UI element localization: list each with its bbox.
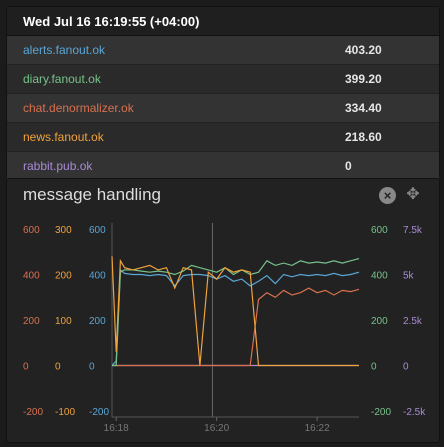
y-tick-label: 0 <box>403 362 409 373</box>
y-tick-label: -200 <box>89 407 109 418</box>
y-tick-label: 0 <box>89 362 95 373</box>
y-tick-label: 400 <box>371 271 388 282</box>
tooltip-timestamp: Wed Jul 16 16:19:55 (+04:00) <box>7 7 439 36</box>
y-tick-label: -100 <box>55 407 75 418</box>
y-tick-label: 200 <box>371 316 388 327</box>
x-tick-label: 16:18 <box>104 423 129 434</box>
graph-title: message handling <box>23 185 161 204</box>
x-tick-label: 16:22 <box>305 423 330 434</box>
y-tick-label: 200 <box>89 316 106 327</box>
close-icon[interactable]: × <box>379 187 396 204</box>
y-tick-label: 400 <box>23 271 40 282</box>
y-tick-label: 200 <box>55 271 72 282</box>
y-tick-label: 100 <box>55 316 72 327</box>
y-tick-label: -2.5k <box>403 407 426 418</box>
tooltip-row: chat.denormalizer.ok 334.40 <box>7 94 439 123</box>
tooltip-series-label: news.fanout.ok <box>23 130 104 144</box>
tooltip-series-value: 0 <box>345 159 352 173</box>
tooltip-row: alerts.fanout.ok 403.20 <box>7 36 439 65</box>
tooltip-series-value: 403.20 <box>345 43 382 57</box>
series-line <box>112 287 360 367</box>
y-tick-label: 0 <box>23 362 29 373</box>
y-tick-label: 600 <box>89 225 106 236</box>
y-tick-label: 2.5k <box>403 316 423 327</box>
tooltip-series-value: 334.40 <box>345 101 382 115</box>
chart-svg: 600 400 200 0 -200 300 200 100 0 -100 600 400 200 0 -2… <box>23 223 426 434</box>
y-tick-label: 400 <box>89 271 106 282</box>
tooltip-series-value: 399.20 <box>345 72 382 86</box>
y-tick-label: 0 <box>55 362 61 373</box>
dashboard-panel: Wed Jul 16 16:19:55 (+04:00) alerts.fano… <box>0 0 444 447</box>
graph-widget: message handling × ✥ 600 400 200 0 -200 300 20… <box>6 178 440 443</box>
tooltip-row: diary.fanout.ok 399.20 <box>7 65 439 94</box>
move-icon[interactable]: ✥ <box>403 185 423 205</box>
y-tick-label: 600 <box>371 225 388 236</box>
y-tick-label: 7.5k <box>403 225 423 236</box>
tooltip-row: rabbit.pub.ok 0 <box>7 152 439 180</box>
tooltip-row: news.fanout.ok 218.60 <box>7 123 439 152</box>
y-tick-label: 600 <box>23 225 40 236</box>
tooltip-series-label: alerts.fanout.ok <box>23 43 106 57</box>
hover-tooltip: Wed Jul 16 16:19:55 (+04:00) alerts.fano… <box>6 6 440 180</box>
y-tick-label: 0 <box>371 362 377 373</box>
y-tick-label: 5k <box>403 271 415 282</box>
tooltip-series-label: rabbit.pub.ok <box>23 159 93 173</box>
tooltip-series-label: diary.fanout.ok <box>23 72 101 86</box>
y-tick-label: -200 <box>371 407 391 418</box>
series-line <box>111 268 360 366</box>
x-tick-label: 16:20 <box>204 423 229 434</box>
y-tick-label: 200 <box>23 316 40 327</box>
y-tick-label: -200 <box>23 407 43 418</box>
tooltip-series-label: chat.denormalizer.ok <box>23 101 134 115</box>
tooltip-series-value: 218.60 <box>345 130 382 144</box>
y-tick-label: 300 <box>55 225 72 236</box>
